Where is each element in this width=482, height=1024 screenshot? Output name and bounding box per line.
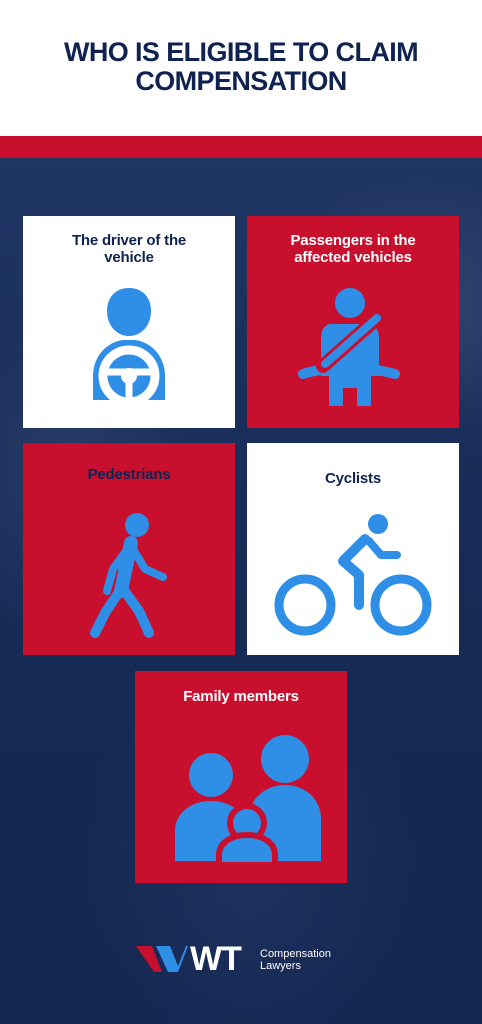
pedestrian-walking-icon <box>90 513 167 638</box>
page-title-line-2: COMPENSATION <box>135 66 347 96</box>
driver-steering-wheel-icon <box>93 288 165 407</box>
logo-subtitle-line-2: Lawyers <box>260 960 301 972</box>
cyclist-icon <box>274 514 432 636</box>
wt-logo-mark-icon <box>136 946 188 972</box>
card-driver: The driver of the vehicle <box>23 216 235 428</box>
red-divider-bar <box>0 136 482 158</box>
card-pedestrians: Pedestrians <box>23 443 235 655</box>
header: WHO IS ELIGIBLE TO CLAIM COMPENSATION <box>0 0 482 136</box>
family-icon <box>175 735 321 868</box>
seatbelt-passenger-icon <box>298 288 400 406</box>
wt-compensation-lawyers-logo: WT Compensation Lawyers <box>136 940 356 978</box>
card-passengers: Passengers in the affected vehicles <box>247 216 459 428</box>
logo-subtitle: Compensation Lawyers <box>260 948 331 972</box>
card-cyclists: Cyclists <box>247 443 459 655</box>
card-family: Family members <box>135 671 347 883</box>
page-title-line-1: WHO IS ELIGIBLE TO CLAIM <box>63 37 419 67</box>
page-title: WHO IS ELIGIBLE TO CLAIM COMPENSATION <box>0 38 482 96</box>
logo-wordmark: WT <box>190 940 242 978</box>
logo-subtitle-line-1: Compensation <box>260 948 331 960</box>
